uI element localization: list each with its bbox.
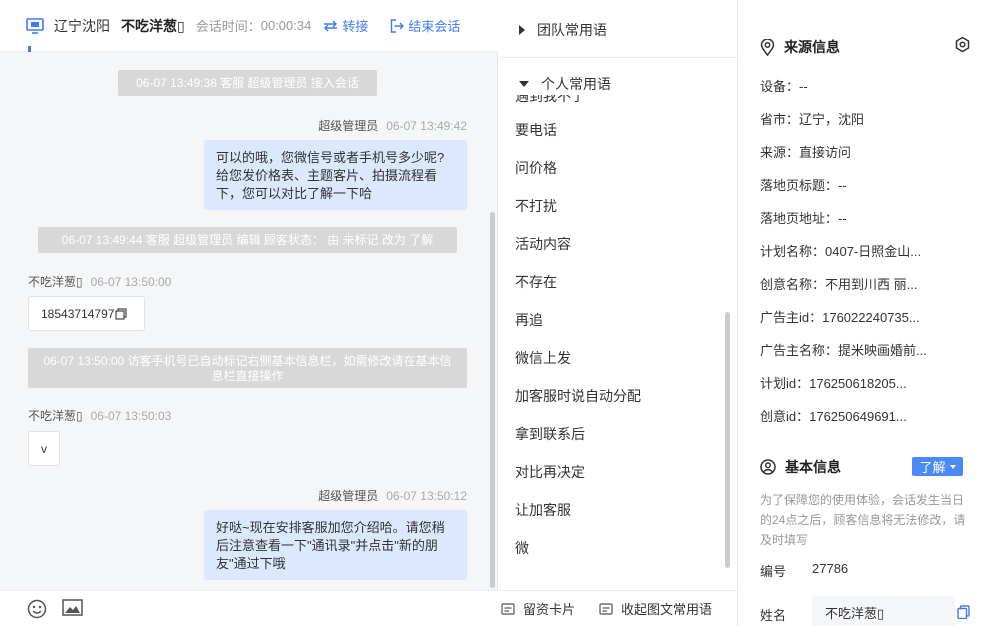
customer-status-dropdown[interactable]: 了解 — [912, 457, 963, 476]
sender-name: 不吃洋葱▯ — [28, 409, 83, 423]
transfer-label: 转接 — [342, 19, 369, 34]
personal-phrases-label: 个人常用语 — [541, 76, 611, 92]
message-time: 06-07 13:50:00 — [90, 275, 172, 289]
visitor-message-bubble: 18543714797 — [28, 296, 145, 331]
message-meta: 超级管理员 06-07 13:49:42 — [318, 117, 467, 134]
phrase-item[interactable]: 微信上发 — [515, 348, 571, 368]
name-label: 姓名 — [760, 608, 787, 623]
source-info-title: 来源信息 — [760, 37, 840, 57]
settings-icon[interactable] — [954, 36, 971, 53]
collapse-phrases-label: 收起图文常用语 — [621, 602, 713, 617]
phrase-item[interactable]: 问价格 — [515, 158, 557, 178]
source-info-label: 来源信息 — [784, 39, 840, 55]
message-time: 06-07 13:49:42 — [386, 119, 467, 133]
exit-icon — [391, 18, 405, 33]
message-list[interactable]: 06-07 13:49:38 客服 超级管理员 接入会话 超级管理员 06-07 … — [0, 52, 498, 590]
caret-down-icon — [519, 81, 529, 87]
chat-panel: 辽宁沈阳 不吃洋葱▯ 会话时间： 00:00:34 转接 结束会话 06-07 … — [0, 0, 498, 626]
phrase-item[interactable]: 加客服时说自动分配 — [515, 386, 641, 406]
card-icon — [501, 602, 515, 615]
phrase-list[interactable]: 遇到我不了 要电话 问价格 不打扰 活动内容 不存在 再追 微信上发 加客服时说… — [499, 95, 738, 569]
chat-toolbar — [0, 590, 498, 626]
message-meta: 超级管理员 06-07 13:50:12 — [318, 487, 467, 504]
visitor-location: 辽宁沈阳 — [54, 17, 110, 34]
info-row-landing-title: 落地页标题：-- — [760, 178, 847, 193]
team-phrases-toggle[interactable]: 团队常用语 — [499, 20, 738, 40]
personal-phrases-toggle[interactable]: 个人常用语 — [499, 74, 738, 94]
transfer-button[interactable]: 转接 — [323, 16, 368, 35]
team-phrases-label: 团队常用语 — [537, 22, 607, 38]
name-field[interactable]: 不吃洋葱▯ — [812, 596, 955, 626]
system-message: 06-07 13:49:44 客服 超级管理员 编辑 顾客状态： 由 未标记 改… — [38, 227, 457, 253]
basic-info-title: 基本信息 — [760, 457, 841, 477]
info-row-advertiser-name: 广告主名称：提米映画婚前... — [760, 343, 927, 358]
phrases-footer: 留资卡片 收起图文常用语 — [499, 590, 738, 626]
id-label: 编号 — [760, 564, 787, 579]
chevron-down-icon — [949, 464, 956, 469]
leave-card-button[interactable]: 留资卡片 — [501, 599, 575, 618]
system-message: 06-07 13:50:00 访客手机号已自动标记右侧基本信息栏，如需修改请在基… — [28, 348, 467, 388]
info-row-source: 来源：直接访问 — [760, 145, 852, 160]
visitor-message-bubble: v — [28, 431, 60, 466]
info-row-province: 省市：辽宁，沈阳 — [760, 112, 865, 127]
transfer-icon — [324, 20, 338, 31]
info-row-landing-url: 落地页地址：-- — [760, 211, 847, 226]
monitor-icon — [26, 17, 44, 34]
leave-card-label: 留资卡片 — [523, 602, 576, 617]
info-notice: 为了保障您的使用体验，会话发生当日的24点之后，顾客信息将无法修改，请及时填写 — [760, 493, 966, 547]
image-icon[interactable] — [62, 599, 83, 616]
info-row-advertiser-id: 广告主id：176022240735... — [760, 310, 920, 325]
message-text: 18543714797 — [41, 306, 115, 321]
copy-icon[interactable] — [957, 605, 970, 619]
phrase-item[interactable]: 微 — [515, 538, 529, 558]
end-session-label: 结束会话 — [408, 19, 461, 34]
phrase-item[interactable]: 要电话 — [515, 120, 557, 140]
sender-name: 不吃洋葱▯ — [28, 275, 83, 289]
info-row-device: 设备：-- — [760, 79, 808, 94]
person-icon — [760, 459, 776, 475]
phrase-item[interactable]: 不存在 — [515, 272, 557, 292]
id-value: 27786 — [812, 561, 849, 576]
divider — [499, 57, 738, 58]
agent-message-bubble: 好哒~现在安排客服加您介绍哈。请您稍后注意查看一下"通讯录"并点击"新的朋友"通… — [204, 510, 467, 580]
session-time: 00:00:34 — [260, 18, 312, 33]
sender-name: 超级管理员 — [318, 119, 379, 133]
phrase-item[interactable]: 拿到联系后 — [515, 424, 585, 444]
info-row-plan-id: 计划id：176250618205... — [760, 376, 907, 391]
message-time: 06-07 13:50:12 — [386, 489, 467, 503]
phrase-item[interactable]: 对比再决定 — [515, 462, 585, 482]
session-time-label: 会话时间： — [195, 19, 261, 34]
agent-message-bubble: 可以的哦，您微信号或者手机号多少呢?给您发价格表、主题客片、拍摄流程看下，您可以… — [204, 140, 467, 210]
end-session-button[interactable]: 结束会话 — [390, 16, 460, 35]
phrases-scrollbar[interactable] — [725, 312, 730, 568]
phrase-item[interactable]: 让加客服 — [515, 500, 571, 520]
info-row-plan-name: 计划名称：0407-日照金山... — [760, 244, 922, 259]
phrase-item[interactable]: 不打扰 — [515, 196, 557, 216]
message-time: 06-07 13:50:03 — [90, 409, 172, 423]
visitor-name: 不吃洋葱▯ — [121, 17, 185, 34]
copy-icon[interactable] — [115, 307, 128, 320]
message-meta: 不吃洋葱▯ 06-07 13:50:00 — [28, 273, 171, 290]
chat-header: 辽宁沈阳 不吃洋葱▯ 会话时间： 00:00:34 转接 结束会话 — [0, 0, 498, 52]
info-row-creative-id: 创意id：176250649691... — [760, 409, 907, 424]
customer-status-value: 了解 — [919, 460, 946, 475]
phrase-item[interactable]: 活动内容 — [515, 234, 571, 254]
phrase-item[interactable]: 再追 — [515, 310, 543, 330]
system-message: 06-07 13:49:38 客服 超级管理员 接入会话 — [118, 70, 377, 96]
emoji-icon[interactable] — [27, 599, 47, 619]
phrases-panel: 团队常用语 个人常用语 遇到我不了 要电话 问价格 不打扰 活动内容 不存在 再… — [499, 0, 738, 626]
chat-scrollbar[interactable] — [490, 212, 495, 588]
location-pin-icon — [760, 38, 775, 56]
card-icon — [599, 602, 613, 615]
sender-name: 超级管理员 — [318, 489, 379, 503]
caret-right-icon — [519, 25, 525, 35]
message-meta: 不吃洋葱▯ 06-07 13:50:03 — [28, 407, 171, 424]
collapse-phrases-button[interactable]: 收起图文常用语 — [599, 599, 712, 618]
name-value: 不吃洋葱▯ — [825, 605, 885, 621]
customer-info-panel: 来源信息 设备：-- 省市：辽宁，沈阳 来源：直接访问 落地页标题：-- 落地页… — [739, 0, 982, 626]
phrase-item[interactable]: 遇到我不了 — [515, 95, 585, 106]
info-row-creative-name: 创意名称：不用到川西 丽... — [760, 277, 918, 292]
basic-info-label: 基本信息 — [785, 459, 841, 475]
